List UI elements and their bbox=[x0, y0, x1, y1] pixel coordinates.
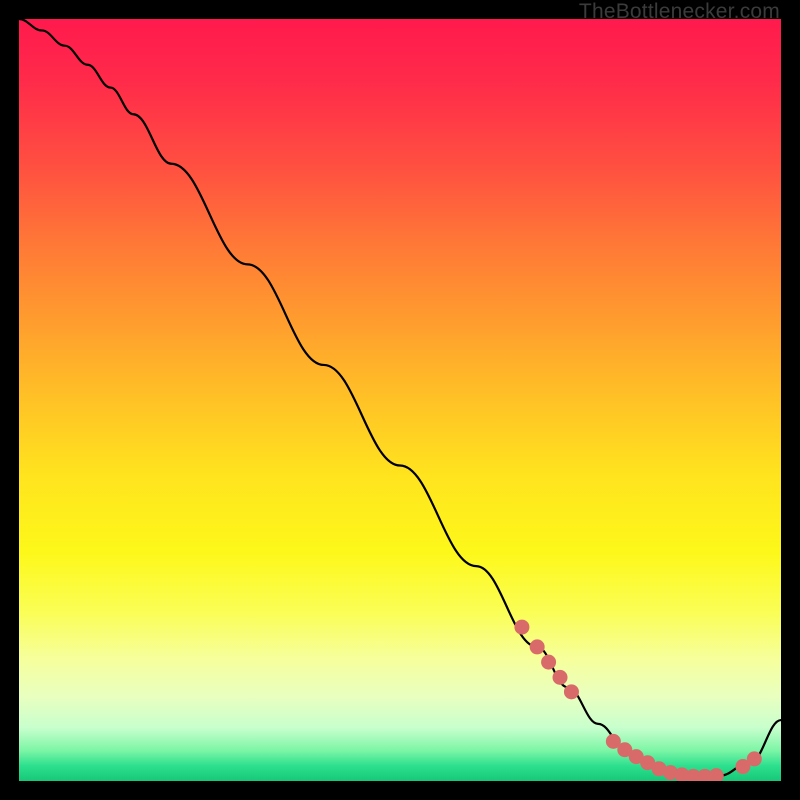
marker-group bbox=[514, 620, 761, 781]
data-marker bbox=[514, 620, 529, 635]
data-marker bbox=[747, 751, 762, 766]
data-marker bbox=[553, 670, 568, 685]
data-marker bbox=[541, 655, 556, 670]
data-marker bbox=[709, 768, 724, 781]
data-marker bbox=[564, 684, 579, 699]
chart-svg bbox=[19, 19, 781, 781]
data-marker bbox=[530, 639, 545, 654]
bottleneck-curve bbox=[19, 19, 781, 776]
